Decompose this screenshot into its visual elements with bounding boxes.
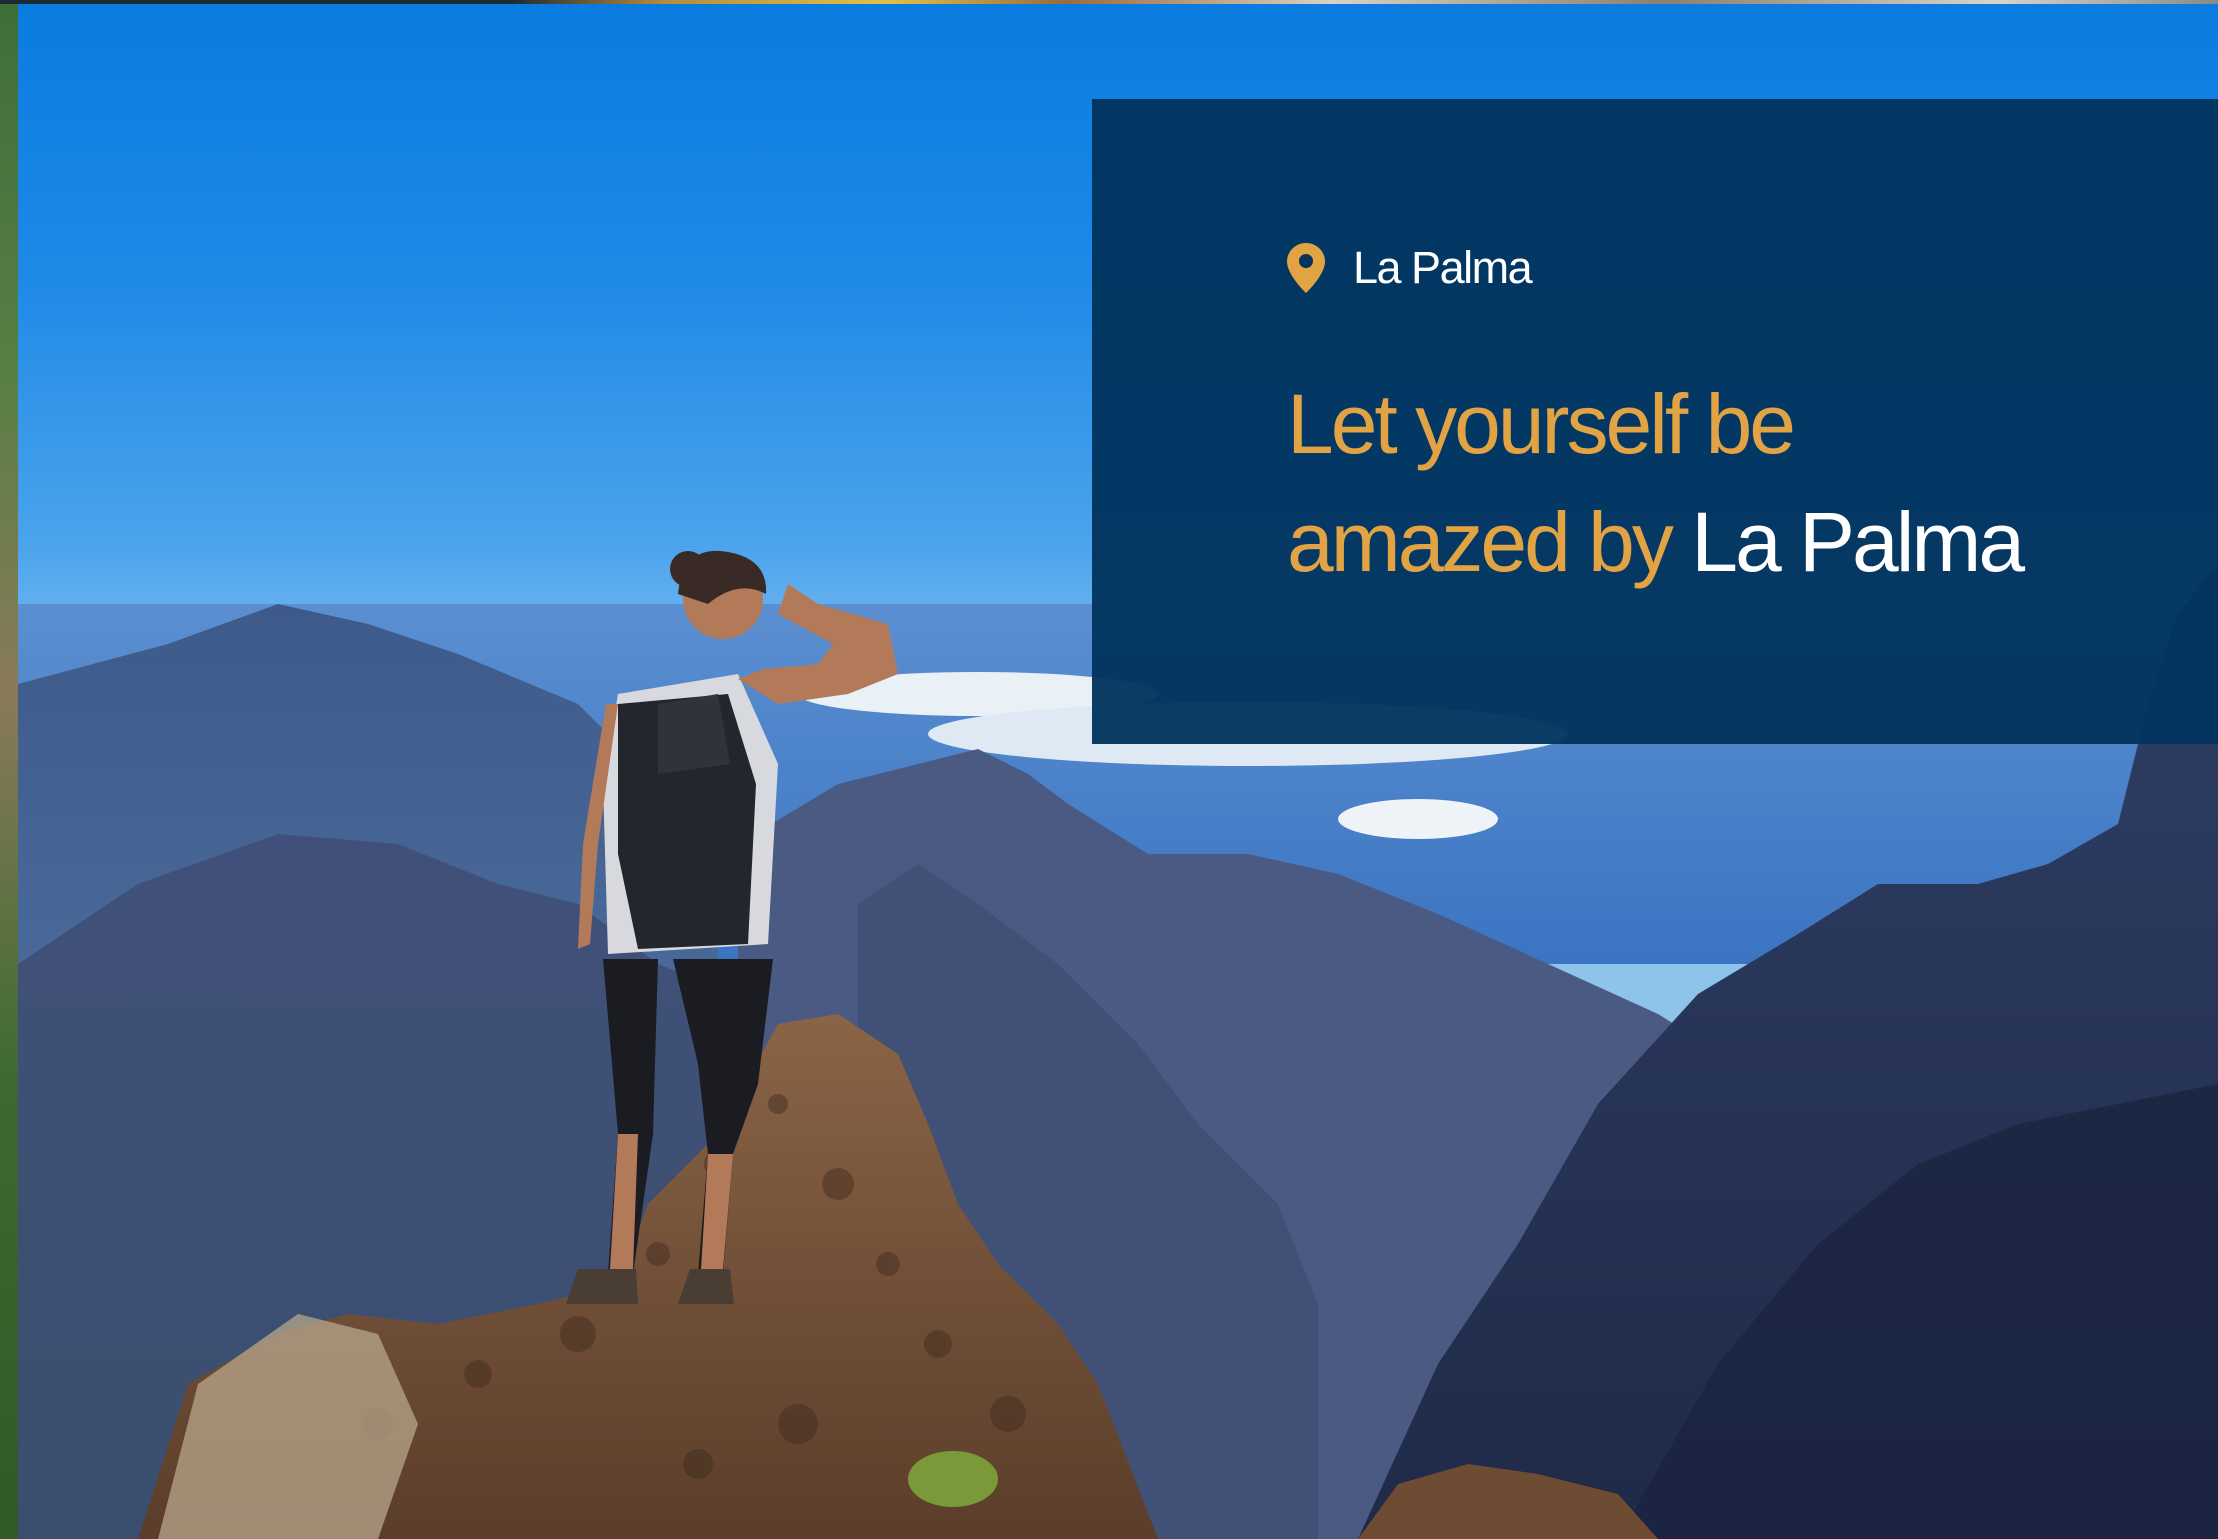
destination-card: La Palma Let yourself be amazed by La Pa… bbox=[1092, 99, 2218, 744]
headline: Let yourself be amazed by La Palma bbox=[1287, 365, 2167, 601]
previous-slide-edge[interactable] bbox=[0, 0, 18, 1539]
headline-part-1: Let yourself be bbox=[1287, 377, 1796, 471]
location-label: La Palma bbox=[1353, 242, 1533, 293]
hero-slider: La Palma Let yourself be amazed by La Pa… bbox=[0, 0, 2218, 1539]
map-pin-icon bbox=[1287, 243, 1325, 293]
headline-part-2: amazed by bbox=[1287, 495, 1674, 589]
location-tag[interactable]: La Palma bbox=[1287, 242, 1533, 294]
headline-accent: La Palma bbox=[1691, 495, 2025, 589]
